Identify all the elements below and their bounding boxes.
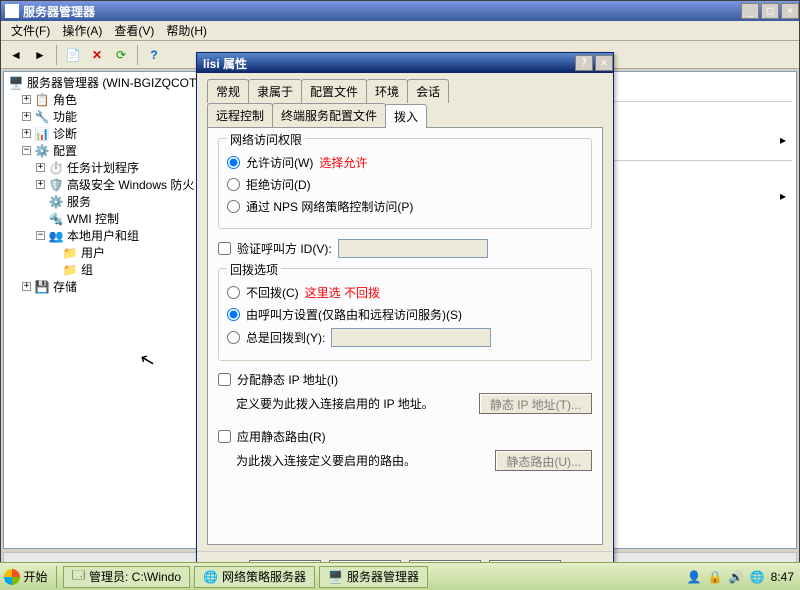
tab-memberof[interactable]: 隶属于 <box>248 79 302 103</box>
dialog-titlebar[interactable]: lisi 属性 ? × <box>197 53 613 73</box>
nps-radio[interactable] <box>227 200 240 213</box>
tray-icon[interactable]: 👤 <box>687 570 702 584</box>
static-route-button: 静态路由(U)... <box>495 450 592 471</box>
start-orb-icon <box>4 569 20 585</box>
tab-terminal[interactable]: 终端服务配置文件 <box>272 103 386 127</box>
tree-groups[interactable]: 📁组 <box>6 261 200 278</box>
up-button[interactable]: 📄 <box>62 44 84 66</box>
callback-number-input <box>331 328 491 347</box>
tree-diag[interactable]: +📊诊断 <box>6 125 200 142</box>
set-by-caller-radio[interactable] <box>227 308 240 321</box>
properties-dialog: lisi 属性 ? × 常规 隶属于 配置文件 环境 会话 远程控制 终端服务配… <box>196 52 614 564</box>
tree-users[interactable]: 📁用户 <box>6 244 200 261</box>
tree-services[interactable]: ⚙️服务 <box>6 193 200 210</box>
tray-icon[interactable]: 🔒 <box>708 570 723 584</box>
window-title: 服务器管理器 <box>23 3 739 20</box>
tab-remote[interactable]: 远程控制 <box>207 103 273 127</box>
static-route-checkbox[interactable] <box>218 430 231 443</box>
caller-id-input <box>338 239 488 258</box>
always-callback-radio[interactable] <box>227 331 240 344</box>
tree-panel: 🖥️服务器管理器 (WIN-BGIZQCOT +📋角色 +🔧功能 +📊诊断 −⚙… <box>3 71 203 549</box>
forward-button[interactable]: ► <box>29 44 51 66</box>
tree-storage[interactable]: +💾存储 <box>6 278 200 295</box>
chevron-right-icon: ▸ <box>780 133 786 150</box>
start-button[interactable]: 开始 <box>0 564 52 590</box>
minimize-button[interactable]: _ <box>741 3 759 19</box>
tab-profile[interactable]: 配置文件 <box>301 79 367 103</box>
nocb-note: 这里选 不回拨 <box>305 284 380 301</box>
static-ip-button: 静态 IP 地址(T)... <box>479 393 592 414</box>
app-icon <box>5 4 19 18</box>
allow-access-radio[interactable] <box>227 156 240 169</box>
static-ip-checkbox[interactable] <box>218 373 231 386</box>
menu-help[interactable]: 帮助(H) <box>160 20 213 41</box>
tab-session[interactable]: 会话 <box>407 79 449 103</box>
tree-wmi[interactable]: 🔩WMI 控制 <box>6 210 200 227</box>
delete-button[interactable]: ✕ <box>86 44 108 66</box>
deny-access-radio[interactable] <box>227 178 240 191</box>
system-tray: 👤 🔒 🔊 🌐 8:47 <box>687 570 800 584</box>
taskbar-item-2[interactable]: 🌐网络策略服务器 <box>194 566 315 588</box>
taskbar: 开始 🗔管理员: C:\Windo 🌐网络策略服务器 🖥️服务器管理器 👤 🔒 … <box>0 562 800 590</box>
tree-firewall[interactable]: +🛡️高级安全 Windows 防火 <box>6 176 200 193</box>
clock[interactable]: 8:47 <box>771 570 794 584</box>
tree-task[interactable]: +⏱️任务计划程序 <box>6 159 200 176</box>
help-button[interactable]: ? <box>143 44 165 66</box>
tree-config[interactable]: −⚙️配置 <box>6 142 200 159</box>
tray-icon[interactable]: 🔊 <box>729 570 744 584</box>
chevron-right-icon: ▸ <box>780 189 786 206</box>
network-access-group: 网络访问权限 允许访问(W)选择允许 拒绝访问(D) 通过 NPS 网络策略控制… <box>218 138 592 229</box>
verify-caller-checkbox[interactable] <box>218 242 231 255</box>
callback-group: 回拨选项 不回拨(C)这里选 不回拨 由呼叫方设置(仅路由和远程访问服务)(S)… <box>218 268 592 361</box>
allow-note: 选择允许 <box>319 154 367 171</box>
tab-dialin[interactable]: 拨入 <box>385 104 427 128</box>
tree-localusers[interactable]: −👥本地用户和组 <box>6 227 200 244</box>
dialog-close-button[interactable]: × <box>595 55 613 71</box>
maximize-button[interactable]: □ <box>761 3 779 19</box>
tree-features[interactable]: +🔧功能 <box>6 108 200 125</box>
back-button[interactable]: ◄ <box>5 44 27 66</box>
tree-roles[interactable]: +📋角色 <box>6 91 200 108</box>
taskbar-item-1[interactable]: 🗔管理员: C:\Windo <box>63 566 190 588</box>
tray-icon[interactable]: 🌐 <box>750 570 765 584</box>
menu-file[interactable]: 文件(F) <box>5 20 56 41</box>
tab-env[interactable]: 环境 <box>366 79 408 103</box>
menubar: 文件(F) 操作(A) 查看(V) 帮助(H) <box>1 21 799 41</box>
menu-action[interactable]: 操作(A) <box>56 20 108 41</box>
tree-root[interactable]: 🖥️服务器管理器 (WIN-BGIZQCOT <box>6 74 200 91</box>
menu-view[interactable]: 查看(V) <box>108 20 160 41</box>
titlebar[interactable]: 服务器管理器 _ □ × <box>1 1 799 21</box>
no-callback-radio[interactable] <box>227 286 240 299</box>
taskbar-item-3[interactable]: 🖥️服务器管理器 <box>319 566 428 588</box>
refresh-button[interactable]: ⟳ <box>110 44 132 66</box>
tab-general[interactable]: 常规 <box>207 79 249 103</box>
close-button[interactable]: × <box>781 3 799 19</box>
dialog-help-button[interactable]: ? <box>575 55 593 71</box>
